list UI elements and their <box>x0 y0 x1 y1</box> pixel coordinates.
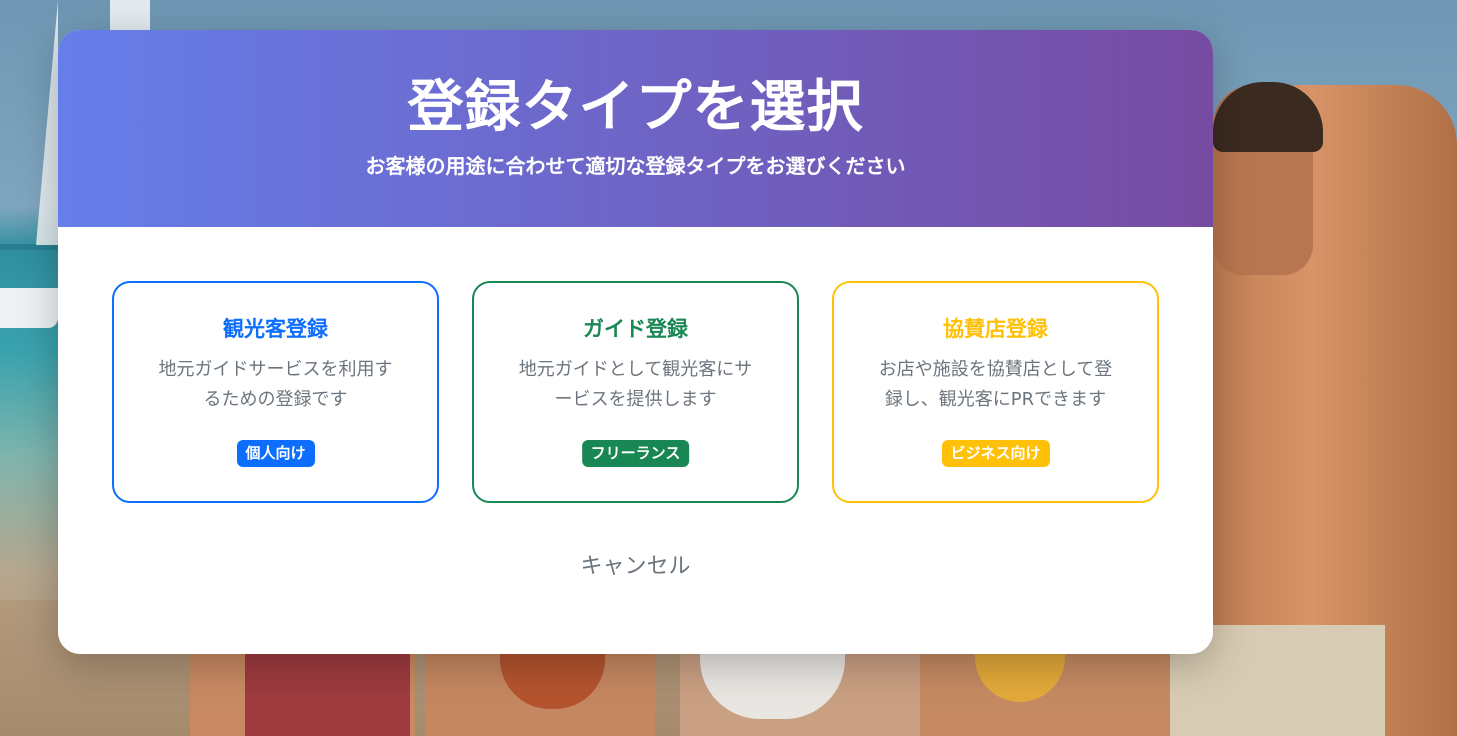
background-sailboat-sail-top <box>110 0 150 30</box>
background-sailboat <box>0 288 58 328</box>
card-description: 地元ガイドサービスを利用するための登録です <box>158 359 393 410</box>
modal-subtitle: お客様の用途に合わせて適切な登録タイプをお選びください <box>365 154 906 178</box>
registration-type-modal: 登録タイプを選択 お客様の用途に合わせて適切な登録タイプをお選びください 観光客… <box>58 30 1213 654</box>
cancel-link: キャンセル <box>58 550 1213 584</box>
card-title: 観光客登録 <box>223 317 328 341</box>
card-description: お店や施設を協賛店として登録し、観光客にPRできます <box>878 359 1113 410</box>
cancel-button[interactable]: キャンセル <box>570 554 700 579</box>
card-badge: 個人向け <box>236 440 315 467</box>
modal-title: 登録タイプを選択 <box>407 75 864 140</box>
background-figure-clothing <box>245 654 410 736</box>
card-title: ガイド登録 <box>583 317 688 341</box>
modal-header: 登録タイプを選択 お客様の用途に合わせて適切な登録タイプをお選びください <box>58 30 1213 227</box>
sponsor-registration-card[interactable]: 協賛店登録 お店や施設を協賛店として登録し、観光客にPRできます ビジネス向け <box>832 281 1159 503</box>
background-sailboat-sail <box>36 0 58 245</box>
tourist-registration-card[interactable]: 観光客登録 地元ガイドサービスを利用するための登録です 個人向け <box>112 281 439 503</box>
page-background: 登録タイプを選択 お客様の用途に合わせて適切な登録タイプをお選びください 観光客… <box>0 0 1457 736</box>
registration-options: 観光客登録 地元ガイドサービスを利用するための登録です 個人向け ガイド登録 地… <box>112 281 1159 503</box>
card-description: 地元ガイドとして観光客にサービスを提供します <box>518 359 753 410</box>
guide-registration-card[interactable]: ガイド登録 地元ガイドとして観光客にサービスを提供します フリーランス <box>472 281 799 503</box>
card-title: 協賛店登録 <box>943 317 1048 341</box>
card-badge: ビジネス向け <box>941 440 1050 467</box>
card-badge: フリーランス <box>581 440 690 467</box>
